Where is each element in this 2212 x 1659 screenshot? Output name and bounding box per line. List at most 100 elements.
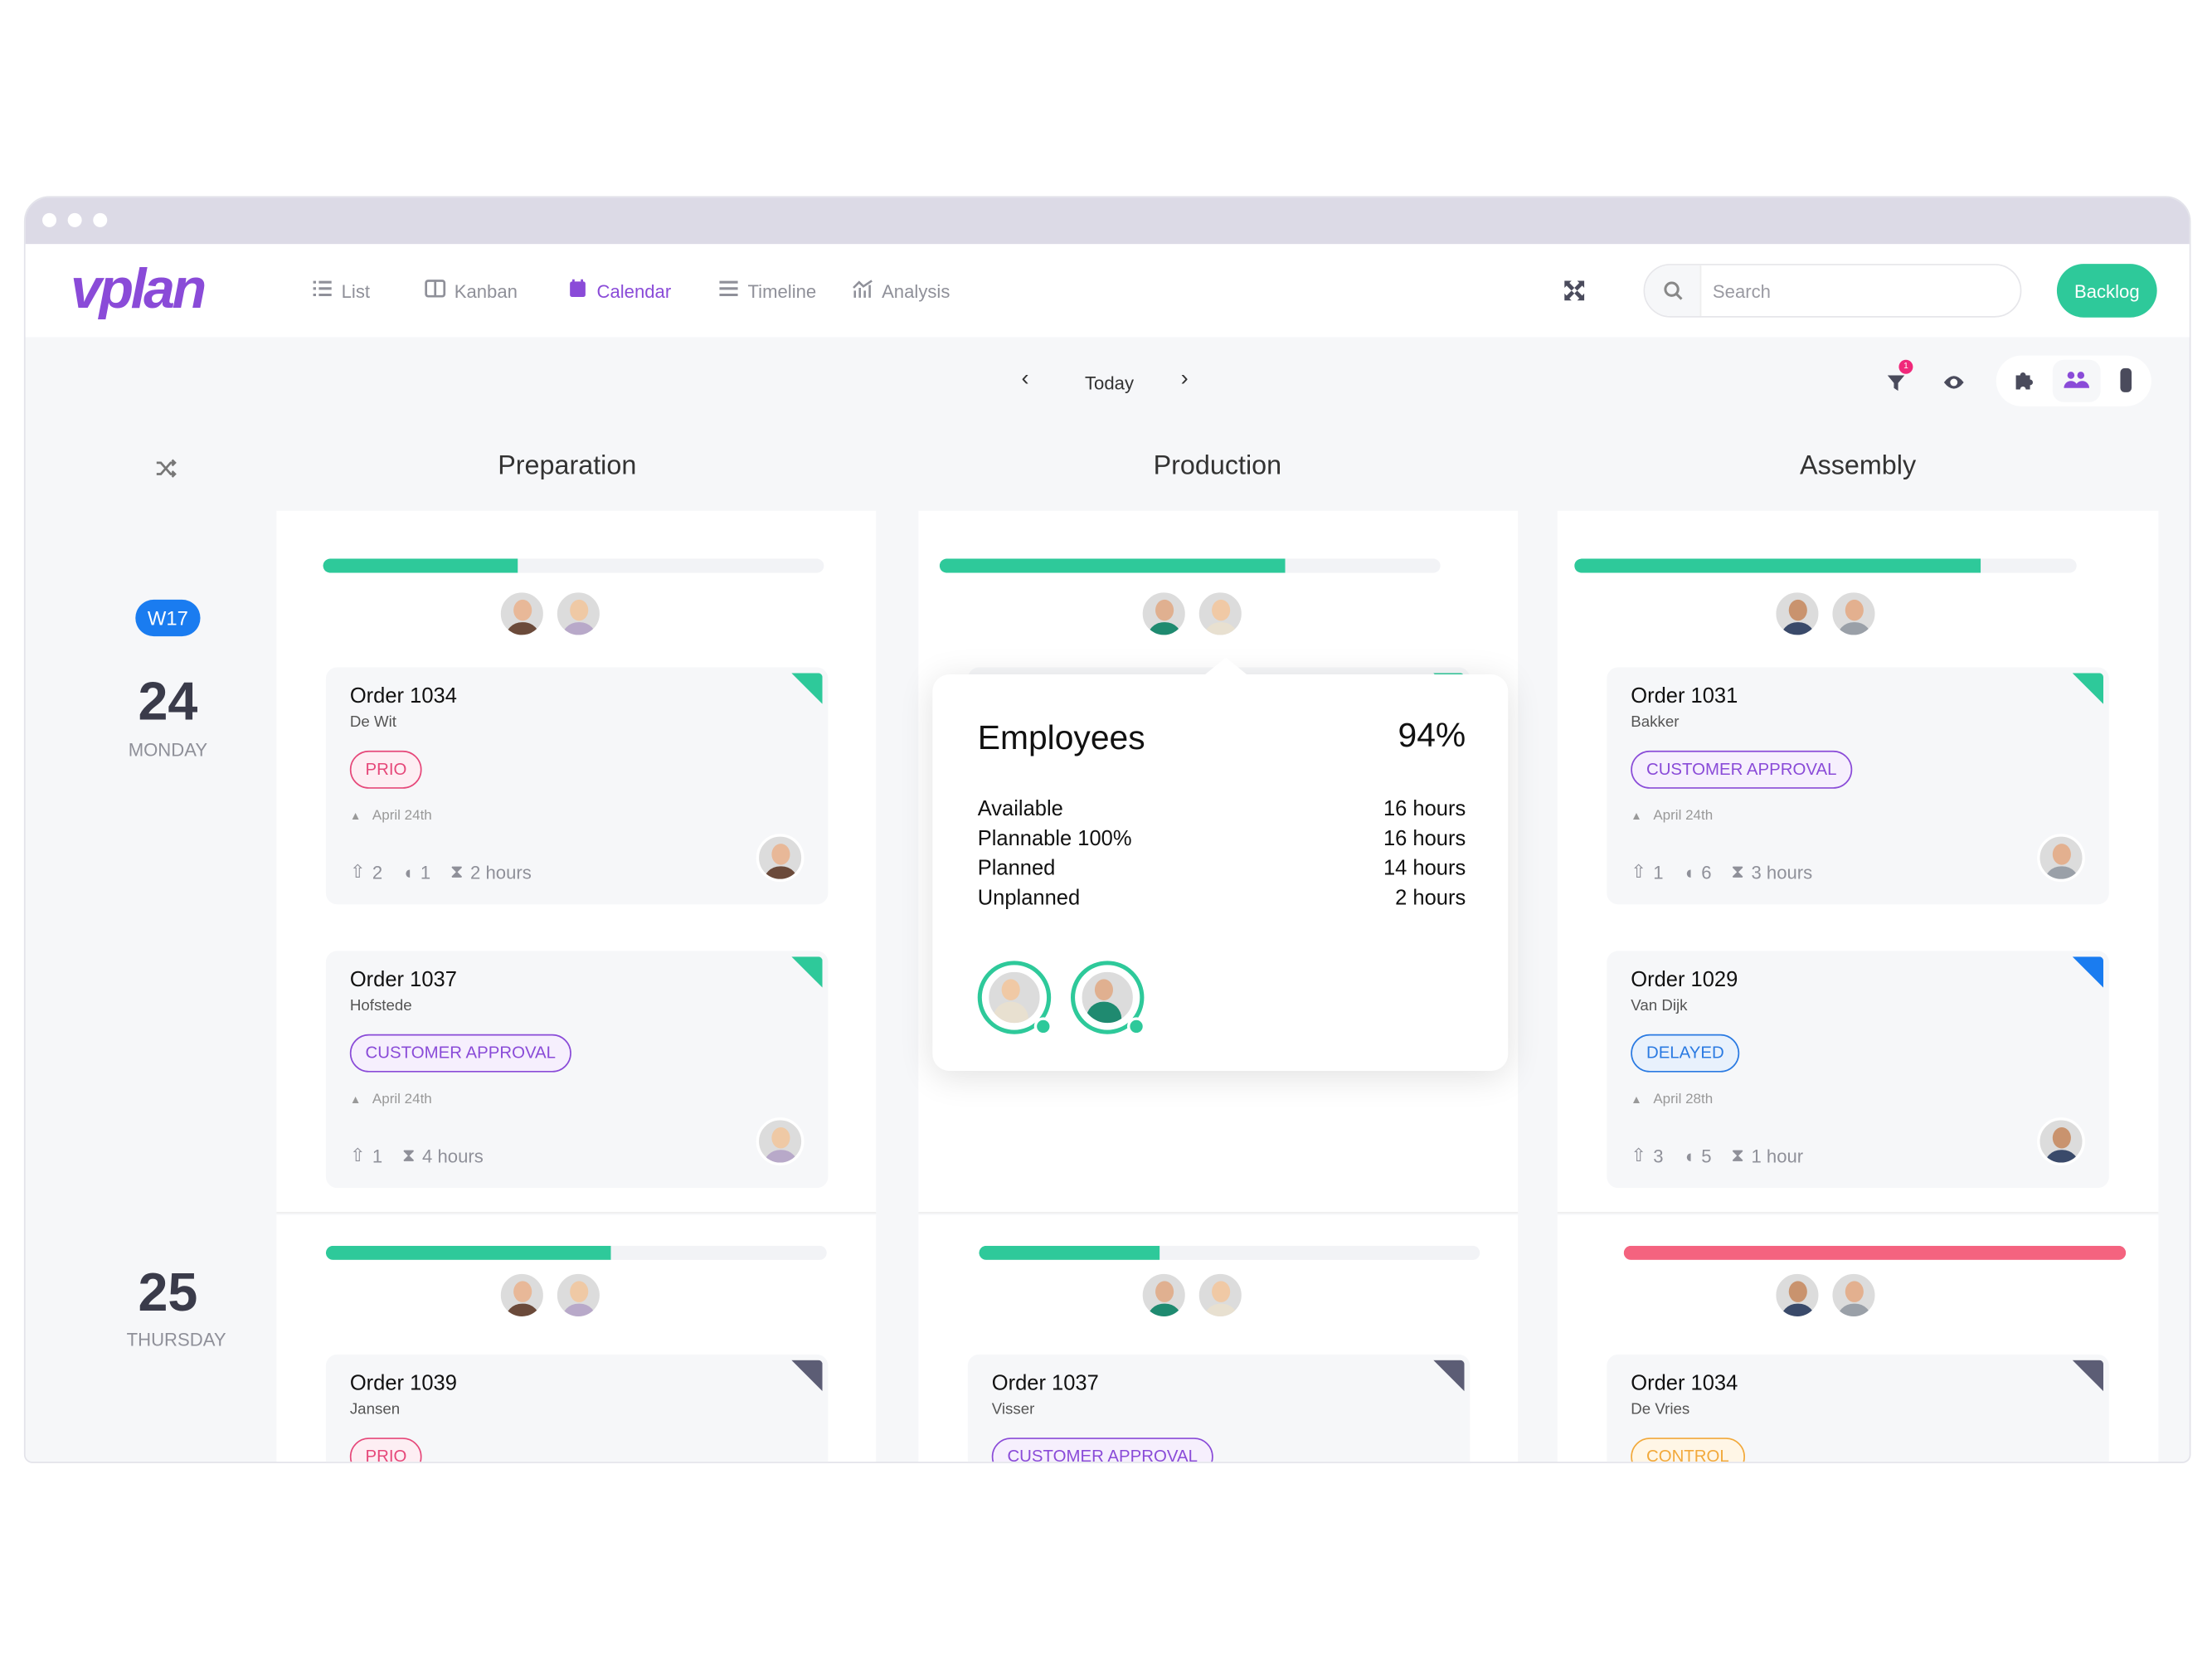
capacity-bar[interactable] <box>979 1245 1480 1260</box>
window-dot[interactable] <box>67 212 82 227</box>
avatar[interactable] <box>1139 589 1188 638</box>
day-column-cell: Order 1037 Visser CUSTOMER APPROVAL <box>918 1214 1519 1462</box>
avatar[interactable] <box>1195 1271 1244 1320</box>
comments[interactable]: ◖1 <box>402 861 430 883</box>
hours: ⧗ 4 hours <box>402 1144 484 1166</box>
avatar[interactable] <box>553 1271 602 1320</box>
tooltip-row-label: Plannable 100% <box>977 826 1132 851</box>
status-badge[interactable]: CUSTOMER APPROVAL <box>991 1438 1213 1462</box>
traffic-light-icon[interactable] <box>2120 367 2132 392</box>
filter-icon[interactable]: 1 <box>1886 359 1913 399</box>
expand-icon[interactable] <box>1563 280 1586 309</box>
capacity-bar[interactable] <box>325 1245 827 1260</box>
order-card[interactable]: Order 1029 Van Dijk DELAYED ▲ April 28th ⇧ 3 ◖ 5… <box>1607 951 2109 1189</box>
status-badge[interactable]: CONTROL <box>1631 1438 1745 1462</box>
uploads[interactable]: ⇧ 1 <box>350 1144 382 1166</box>
logo[interactable]: vplan <box>70 258 207 322</box>
uploads[interactable]: ⇧ 1 <box>1631 861 1663 883</box>
avatar[interactable] <box>497 589 546 638</box>
avatar[interactable] <box>1139 1271 1188 1320</box>
backlog-button[interactable]: Backlog <box>2056 264 2157 318</box>
avatar[interactable] <box>2037 834 2085 883</box>
avatar[interactable] <box>497 1271 546 1320</box>
tab-analysis[interactable]: Analysis <box>852 278 950 304</box>
upload-icon: ⇧ <box>349 1144 366 1165</box>
hours: ⧗ 2 hours <box>450 861 532 883</box>
capacity-bar-fill <box>325 1245 612 1260</box>
status-badge[interactable]: DELAYED <box>1631 1034 1740 1073</box>
window-dot[interactable] <box>42 212 57 227</box>
comments[interactable]: ◖ 6 <box>1683 861 1711 883</box>
order-card[interactable]: Order 1037 Visser CUSTOMER APPROVAL <box>967 1354 1471 1462</box>
due-date-text: April 24th <box>1653 808 1714 825</box>
due-date-text: April 24th <box>372 1092 432 1108</box>
avatar[interactable] <box>1830 589 1878 638</box>
tooltip-row-value: 14 hours <box>1383 856 1466 881</box>
avatar[interactable] <box>2037 1117 2085 1165</box>
shuffle-icon[interactable] <box>155 459 177 485</box>
order-title: Order 1037 <box>991 1371 1099 1396</box>
employees-view-button[interactable] <box>2052 359 2101 402</box>
due-date-text: April 24th <box>372 808 432 825</box>
status-badge[interactable]: CUSTOMER APPROVAL <box>1631 750 1853 789</box>
capacity-bar[interactable] <box>323 558 824 573</box>
comment-icon: ◖ <box>401 861 414 883</box>
avatar[interactable] <box>553 589 602 638</box>
tab-list[interactable]: List <box>312 278 370 304</box>
employee-avatar[interactable] <box>977 961 1053 1036</box>
tab-kanban[interactable]: Kanban <box>425 278 518 304</box>
avatar[interactable] <box>1079 969 1136 1026</box>
upload-count: 3 <box>1653 1145 1664 1166</box>
window-dot[interactable] <box>93 212 108 227</box>
customer-name: Van Dijk <box>1631 997 1688 1014</box>
employee-avatar[interactable] <box>1070 961 1146 1036</box>
uploads[interactable]: ⇧2 <box>350 861 382 883</box>
search-box[interactable] <box>1643 264 2022 318</box>
day-name: MONDAY <box>128 739 208 761</box>
prev-arrow-icon[interactable]: ‹ <box>1021 367 1028 392</box>
capacity-bar[interactable] <box>939 558 1441 573</box>
puzzle-icon[interactable] <box>2013 370 2035 398</box>
tab-calendar[interactable]: Calendar <box>567 278 671 304</box>
hours: ⧗ 3 hours <box>1731 861 1812 883</box>
order-card[interactable]: Order 1039 Jansen PRIO <box>325 1354 829 1462</box>
status-corner-flag <box>791 673 823 704</box>
order-card[interactable]: Order 1037 Hofstede CUSTOMER APPROVAL ▲ Apri… <box>325 951 829 1189</box>
analysis-icon <box>852 278 873 304</box>
customer-name: Jansen <box>349 1400 401 1418</box>
list-icon <box>312 278 333 304</box>
next-arrow-icon[interactable]: › <box>1181 367 1189 392</box>
capacity-bar-fill <box>939 558 1286 573</box>
comments[interactable]: ◖ 5 <box>1683 1145 1711 1166</box>
customer-name: De Wit <box>349 713 396 732</box>
avatar[interactable] <box>1773 1271 1821 1320</box>
today-button[interactable]: Today <box>1085 372 1134 394</box>
capacity-bar[interactable] <box>1623 1245 2127 1260</box>
avatar[interactable] <box>756 1117 805 1165</box>
status-badge[interactable]: CUSTOMER APPROVAL <box>349 1034 571 1073</box>
avatar[interactable] <box>1195 589 1244 638</box>
search-input[interactable] <box>1712 265 1996 317</box>
comment-icon: ◖ <box>1683 1145 1694 1166</box>
tab-label: Kanban <box>454 280 518 302</box>
avatar[interactable] <box>1830 1271 1878 1320</box>
status-badge[interactable]: PRIO <box>349 1438 423 1462</box>
order-card[interactable]: Order 1031 Bakker CUSTOMER APPROVAL ▲ April … <box>1607 667 2109 905</box>
column-header-preparation: Preparation <box>498 451 637 482</box>
avatar[interactable] <box>756 834 805 883</box>
day-number: 25 <box>138 1264 198 1324</box>
order-card[interactable]: Order 1034 De Vries CONTROL <box>1607 1354 2109 1462</box>
status-badge[interactable]: PRIO <box>349 750 423 789</box>
tab-timeline[interactable]: Timeline <box>718 278 816 304</box>
avatar[interactable] <box>985 969 1043 1026</box>
capacity-bar[interactable] <box>1574 558 2077 573</box>
capacity-bar-fill <box>979 1245 1159 1260</box>
customer-name: De Vries <box>1631 1400 1690 1418</box>
hours-value: 1 hour <box>1751 1145 1804 1166</box>
uploads[interactable]: ⇧ 3 <box>1631 1144 1663 1166</box>
avatar[interactable] <box>1773 589 1821 638</box>
upload-count: 1 <box>1653 861 1664 883</box>
hourglass-icon: ⧗ <box>450 860 464 883</box>
eye-icon[interactable] <box>1942 372 1965 399</box>
order-card[interactable]: Order 1034 De Wit PRIO ▲ April 24th ⇧ 2 ◖ 1 ⧗ 2 ho… <box>325 667 829 905</box>
